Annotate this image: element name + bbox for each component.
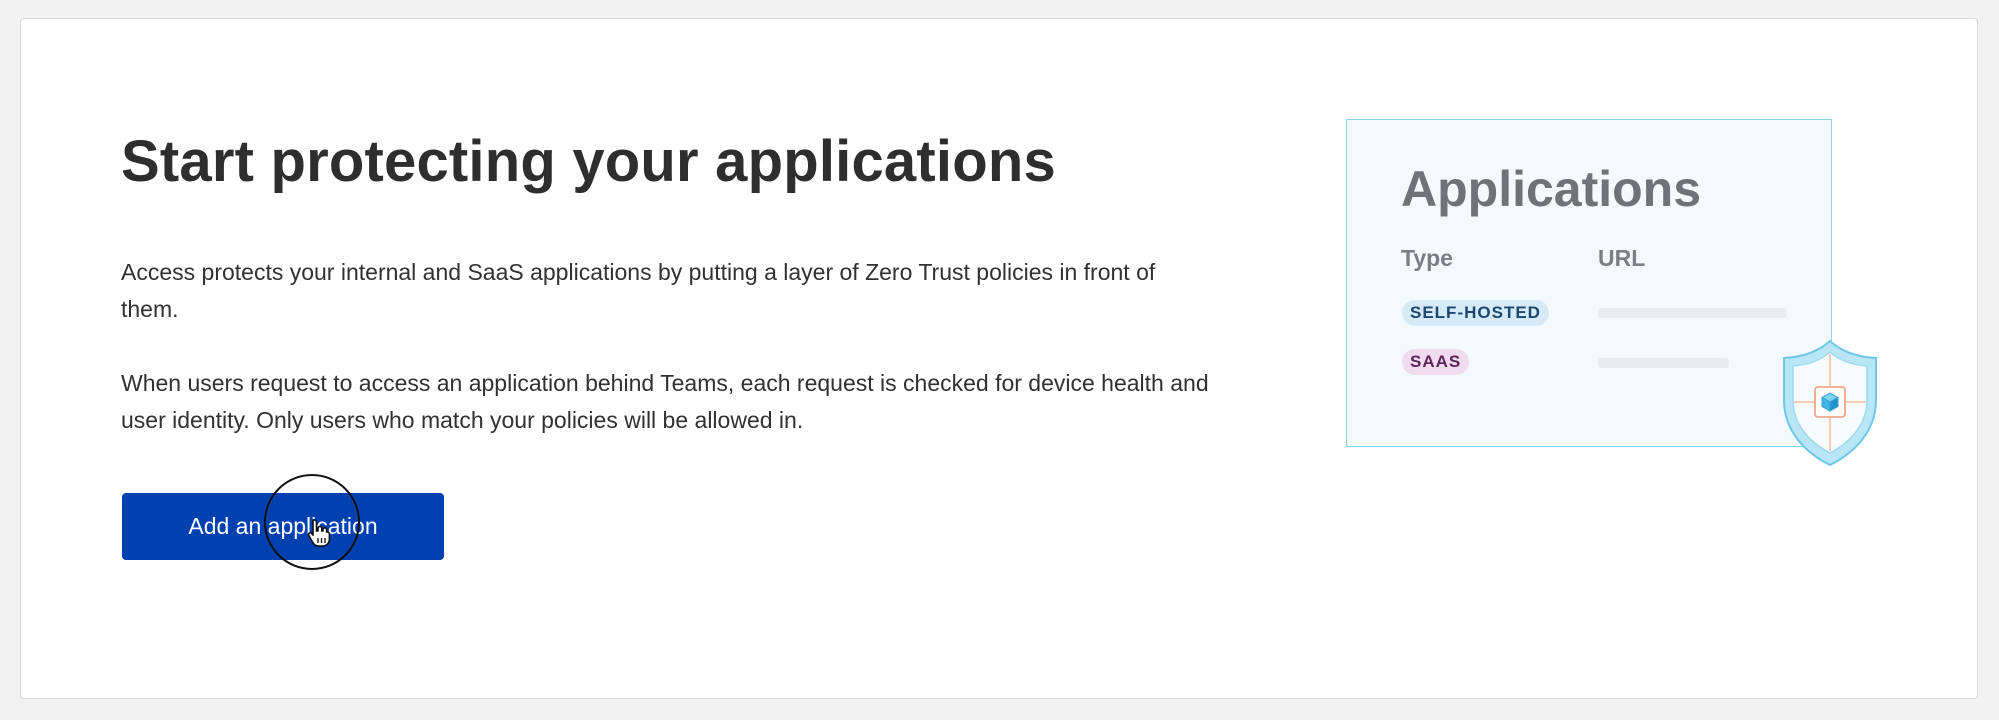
illustration-title: Applications xyxy=(1401,161,1702,217)
details-paragraph: When users request to access an applicat… xyxy=(121,370,1209,433)
cube-icon xyxy=(1820,392,1840,412)
saas-tag: SAAS xyxy=(1402,349,1470,375)
url-column-header: URL xyxy=(1598,245,1646,271)
url-placeholder-bar xyxy=(1598,358,1729,368)
add-application-button[interactable]: Add an application xyxy=(122,493,444,560)
self-hosted-tag: SELF-HOSTED xyxy=(1402,300,1549,326)
type-column-header: Type xyxy=(1401,245,1453,271)
intro-paragraph: Access protects your internal and SaaS a… xyxy=(121,259,1156,322)
url-placeholder-bar xyxy=(1598,308,1787,318)
shield-icon xyxy=(1783,339,1877,467)
page-title: Start protecting your applications xyxy=(121,129,1056,194)
